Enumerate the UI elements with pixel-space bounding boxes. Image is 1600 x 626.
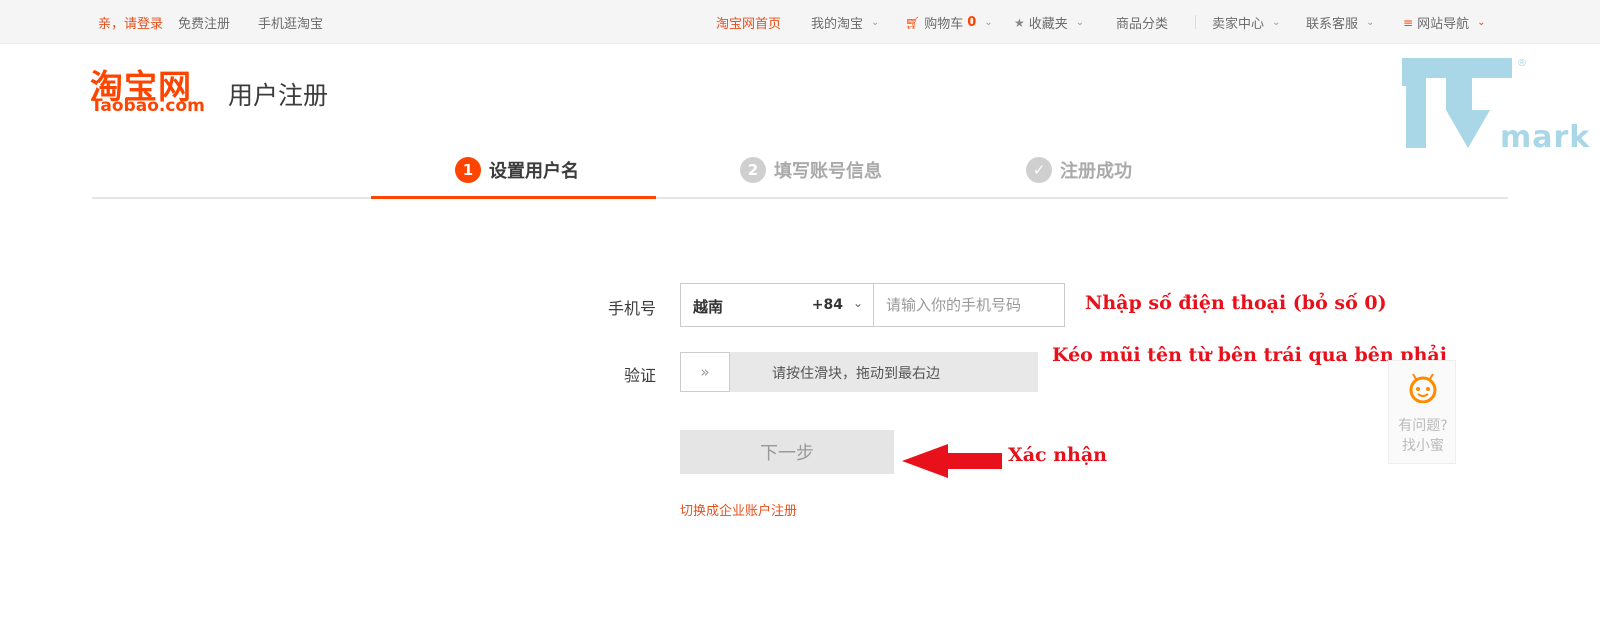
assistant-mascot-icon bbox=[1409, 373, 1437, 403]
help-text: 有问题? 找小蜜 bbox=[1389, 416, 1457, 456]
step-set-username: 1 设置用户名 bbox=[455, 157, 579, 183]
country-code: +84 bbox=[811, 297, 843, 313]
chevron-down-icon: ⌄ bbox=[1477, 17, 1486, 28]
logo-en-text: Taobao.com bbox=[91, 96, 205, 116]
phone-label: 手机号 bbox=[607, 299, 656, 318]
cart-icon: 🛒︎ bbox=[905, 15, 921, 30]
slider-captcha: » 请按住滑块，拖动到最右边 bbox=[680, 352, 1038, 392]
red-arrow-left-icon bbox=[902, 444, 1002, 478]
site-nav-menu[interactable]: ≡ 网站导航 ⌄ bbox=[1403, 13, 1486, 33]
next-step-button[interactable]: 下一步 bbox=[680, 430, 894, 474]
steps-active-indicator bbox=[371, 196, 656, 199]
login-link[interactable]: 亲，请登录 bbox=[98, 13, 163, 32]
help-assistant-widget[interactable]: 有问题? 找小蜜 bbox=[1388, 360, 1456, 464]
help-line-1: 有问题? bbox=[1398, 418, 1448, 434]
step-label: 填写账号信息 bbox=[774, 161, 882, 182]
my-taobao-menu[interactable]: 我的淘宝 ⌄ bbox=[811, 13, 879, 32]
slider-handle[interactable]: » bbox=[680, 352, 730, 392]
menu-icon: ≡ bbox=[1403, 15, 1414, 30]
help-line-2: 找小蜜 bbox=[1402, 438, 1444, 454]
step-label: 设置用户名 bbox=[489, 161, 579, 182]
service-menu[interactable]: 联系客服 ⌄ bbox=[1306, 13, 1374, 32]
check-icon: ✓ bbox=[1026, 157, 1052, 183]
steps-track bbox=[92, 197, 1508, 199]
confirm-hint-annotation: Xác nhận bbox=[1008, 444, 1107, 466]
categories-link[interactable]: 商品分类 bbox=[1116, 13, 1168, 32]
switch-enterprise-link[interactable]: 切换成企业账户注册 bbox=[680, 500, 797, 519]
phone-hint-annotation: Nhập số điện thoại (bỏ số 0) bbox=[1085, 292, 1387, 314]
cart-count: 0 bbox=[967, 15, 977, 30]
star-icon: ★ bbox=[1014, 15, 1025, 30]
phone-input[interactable] bbox=[873, 283, 1065, 327]
seller-center-label: 卖家中心 bbox=[1212, 17, 1265, 32]
seller-center-menu[interactable]: 卖家中心 ⌄ bbox=[1212, 13, 1280, 32]
service-label: 联系客服 bbox=[1306, 17, 1359, 32]
slider-instruction: 请按住滑块，拖动到最右边 bbox=[772, 366, 940, 382]
favorites-label: 收藏夹 bbox=[1028, 17, 1068, 32]
chevron-down-icon: ⌄ bbox=[852, 296, 863, 310]
cart-label: 购物车 bbox=[924, 17, 964, 32]
register-link[interactable]: 免费注册 bbox=[178, 13, 230, 32]
chevron-down-icon: ⌄ bbox=[984, 17, 993, 28]
chevron-down-icon: ⌄ bbox=[1366, 17, 1375, 28]
step-fill-account-info: 2 填写账号信息 bbox=[740, 157, 882, 183]
site-topbar: 亲，请登录 免费注册 手机逛淘宝 淘宝网首页 我的淘宝 ⌄ 🛒︎ 购物车 0 ⌄… bbox=[0, 0, 1600, 44]
step-register-success: ✓ 注册成功 bbox=[1026, 157, 1132, 183]
site-nav-label: 网站导航 bbox=[1417, 17, 1470, 32]
watermark-text: mark bbox=[1500, 120, 1591, 155]
favorites-menu[interactable]: ★ 收藏夹 ⌄ bbox=[1014, 13, 1085, 33]
chevron-down-icon: ⌄ bbox=[871, 17, 880, 28]
cart-menu[interactable]: 🛒︎ 购物车 0 ⌄ bbox=[905, 13, 993, 32]
page-title: 用户注册 bbox=[228, 81, 329, 110]
registered-mark: ® bbox=[1517, 58, 1527, 69]
step-label: 注册成功 bbox=[1060, 161, 1132, 182]
mobile-taobao-link[interactable]: 手机逛淘宝 bbox=[258, 13, 323, 32]
my-taobao-label: 我的淘宝 bbox=[811, 17, 864, 32]
chevron-down-icon: ⌄ bbox=[1272, 17, 1281, 28]
country-name: 越南 bbox=[693, 298, 724, 316]
step-number: 2 bbox=[740, 157, 766, 183]
divider bbox=[1195, 15, 1196, 29]
double-chevron-right-icon: » bbox=[700, 363, 710, 381]
taobao-logo[interactable]: 淘宝网 Taobao.com bbox=[90, 64, 216, 118]
step-number: 1 bbox=[455, 157, 481, 183]
country-select[interactable]: 越南 +84 ⌄ bbox=[680, 283, 874, 327]
home-link[interactable]: 淘宝网首页 bbox=[716, 13, 781, 32]
verify-label: 验证 bbox=[623, 366, 656, 385]
chevron-down-icon: ⌄ bbox=[1075, 17, 1085, 28]
